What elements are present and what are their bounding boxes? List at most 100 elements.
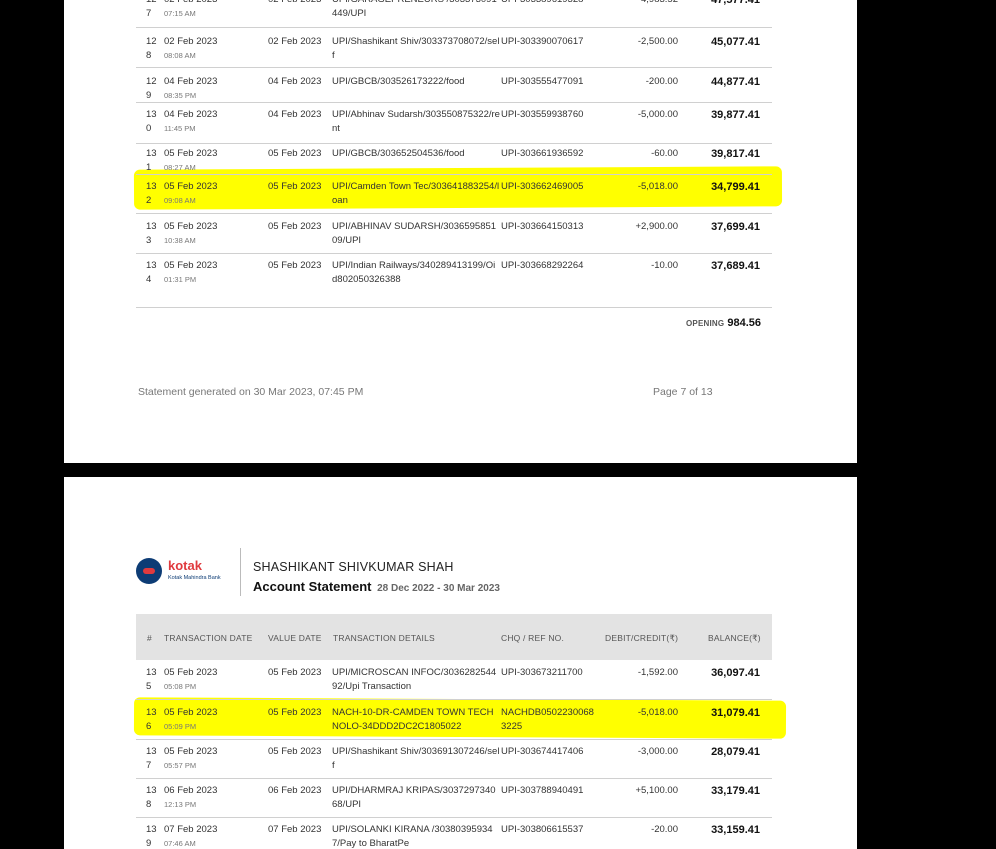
transaction-date: 04 Feb 2023 [164,109,218,120]
debit-credit-amount: -4,983.52 [588,0,678,7]
value-date: 05 Feb 2023 [268,707,322,718]
table-row: 13 8 06 Feb 2023 12:13 PM 06 Feb 2023 UP… [136,784,772,818]
header-debit-credit: DEBIT/CREDIT(₹) [605,633,679,643]
transaction-time: 09:08 AM [164,196,196,205]
transaction-details: UPI/GARAGEPRENEURS /303373091449/UPI [332,0,497,19]
balance-amount: 37,699.41 [711,221,760,233]
value-date: 06 Feb 2023 [268,785,322,796]
table-header: # TRANSACTION DATE VALUE DATE TRANSACTIO… [136,614,772,660]
transaction-date: 05 Feb 2023 [164,746,218,757]
transaction-date-cell: 02 Feb 2023 07:15 AM [164,0,264,21]
balance-amount: 31,079.41 [711,707,760,719]
statement-title-text: Account Statement [253,579,372,594]
ref-number: UPI-303662469005 [501,181,584,192]
balance-amount: 47,577.41 [711,0,760,6]
row-number: 13 4 [146,260,157,285]
balance-amount: 39,877.41 [711,109,760,121]
row-number: 13 1 [146,148,157,173]
transaction-time: 08:08 AM [164,51,196,60]
account-holder-name: SHASHIKANT SHIVKUMAR SHAH [253,560,454,574]
value-date: 07 Feb 2023 [268,824,322,835]
transaction-date-cell: 05 Feb 2023 05:09 PM [164,706,264,734]
row-number: 13 5 [146,667,157,692]
transaction-date: 02 Feb 2023 [164,0,264,7]
value-date: 02 Feb 2023 [268,36,322,47]
statement-title: Account Statement 28 Dec 2022 - 30 Mar 2… [253,579,500,594]
opening-balance: OPENING 984.56 [604,317,761,329]
transaction-date-cell: 05 Feb 2023 08:27 AM [164,147,264,175]
transaction-details: UPI/Abhinav Sudarsh/303550875322/rent [332,109,500,134]
transaction-time: 05:57 PM [164,761,197,770]
row-number: 13 6 [146,707,157,732]
transaction-time: 10:38 AM [164,236,196,245]
table-row: 12 8 02 Feb 2023 08:08 AM 02 Feb 2023 UP… [136,35,772,68]
debit-credit-amount: +2,900.00 [635,221,678,232]
table-row: 13 3 05 Feb 2023 10:38 AM 05 Feb 2023 UP… [136,220,772,254]
header-transaction-details: TRANSACTION DETAILS [333,633,435,643]
transaction-date-cell: 02 Feb 2023 08:08 AM [164,35,264,63]
header-ref-no: CHQ / REF NO. [501,633,565,643]
row-number: 12 8 [146,36,157,61]
transaction-date-cell: 05 Feb 2023 05:08 PM [164,666,264,694]
transaction-date: 04 Feb 2023 [164,76,218,87]
transaction-details: NACH-10-DR-CAMDEN TOWN TECHNOLO-34DDD2DC… [332,707,494,732]
value-date: 05 Feb 2023 [268,667,322,678]
statement-page-8: kotak Kotak Mahindra Bank SHASHIKANT SHI… [64,477,857,849]
debit-credit-amount: -5,018.00 [637,181,678,192]
transaction-time: 05:08 PM [164,682,197,691]
opening-value: 984.56 [727,317,761,329]
statement-date-range: 28 Dec 2022 - 30 Mar 2023 [377,583,500,594]
row-number: 13 9 [146,824,157,849]
header-divider [240,548,241,596]
table-row: 13 2 05 Feb 2023 09:08 AM 05 Feb 2023 UP… [136,180,772,214]
balance-amount: 37,689.41 [711,260,760,272]
transaction-date: 02 Feb 2023 [164,36,218,47]
row-number: 13 3 [146,221,157,246]
kotak-logo: kotak Kotak Mahindra Bank [136,556,236,586]
ref-number: UPI-303674417406 [501,746,584,757]
balance-amount: 36,097.41 [711,667,760,679]
transaction-details: UPI/DHARMRAJ KRIPAS/303729734068/UPI [332,785,496,810]
row-number: 12 9 [146,76,157,101]
table-row: 13 0 04 Feb 2023 11:45 PM 04 Feb 2023 UP… [136,108,772,144]
transaction-date: 05 Feb 2023 [164,181,218,192]
table-row: 13 7 05 Feb 2023 05:57 PM 05 Feb 2023 UP… [136,745,772,779]
ref-number: UPI-303555477091 [501,76,584,87]
header-value-date: VALUE DATE [268,633,322,643]
debit-credit-amount: -2,500.00 [637,36,678,47]
debit-credit-amount: -5,018.00 [637,707,678,718]
table-row: 13 4 05 Feb 2023 01:31 PM 05 Feb 2023 UP… [136,259,772,308]
ref-number: UPI-303664150313 [501,221,584,232]
transaction-time: 07:15 AM [164,9,196,18]
transaction-time: 08:35 PM [164,91,197,100]
transaction-date-cell: 05 Feb 2023 01:31 PM [164,259,264,287]
transaction-details: UPI/Indian Railways/340289413199/Oid8020… [332,260,496,285]
opening-label: OPENING [685,319,725,328]
transaction-date-cell: 05 Feb 2023 05:57 PM [164,745,264,773]
transaction-date: 05 Feb 2023 [164,221,218,232]
table-row: 13 1 05 Feb 2023 08:27 AM 05 Feb 2023 UP… [136,147,772,175]
balance-amount: 33,159.41 [711,824,760,836]
row-number: 13 8 [146,785,157,810]
balance-amount: 45,077.41 [711,36,760,48]
transaction-date: 05 Feb 2023 [164,667,218,678]
table-row: 13 6 05 Feb 2023 05:09 PM 05 Feb 2023 NA… [136,706,772,740]
transaction-date: 05 Feb 2023 [164,148,218,159]
statement-generated-text: Statement generated on 30 Mar 2023, 07:4… [138,386,364,398]
value-date: 05 Feb 2023 [268,148,322,159]
transaction-date-cell: 06 Feb 2023 12:13 PM [164,784,264,812]
value-date: 05 Feb 2023 [268,746,322,757]
transaction-details: UPI/ABHINAV SUDARSH/303659585109/UPI [332,221,497,246]
transaction-date-cell: 04 Feb 2023 08:35 PM [164,75,264,103]
debit-credit-amount: -20.00 [651,824,678,835]
transaction-date: 05 Feb 2023 [164,260,218,271]
kotak-logo-subtitle: Kotak Mahindra Bank [168,575,221,581]
statement-page-7: 12 7 02 Feb 2023 07:15 AM 02 Feb 2023 UP… [64,0,857,463]
table-row: 12 7 02 Feb 2023 07:15 AM 02 Feb 2023 UP… [136,0,772,28]
balance-amount: 33,179.41 [711,785,760,797]
ref-number: UPI-303559938760 [501,109,584,120]
transaction-time: 01:31 PM [164,275,197,284]
transaction-date: 06 Feb 2023 [164,785,218,796]
transaction-details: UPI/MICROSCAN INFOC/303628254492/Upi Tra… [332,667,497,692]
value-date: 04 Feb 2023 [268,76,322,87]
